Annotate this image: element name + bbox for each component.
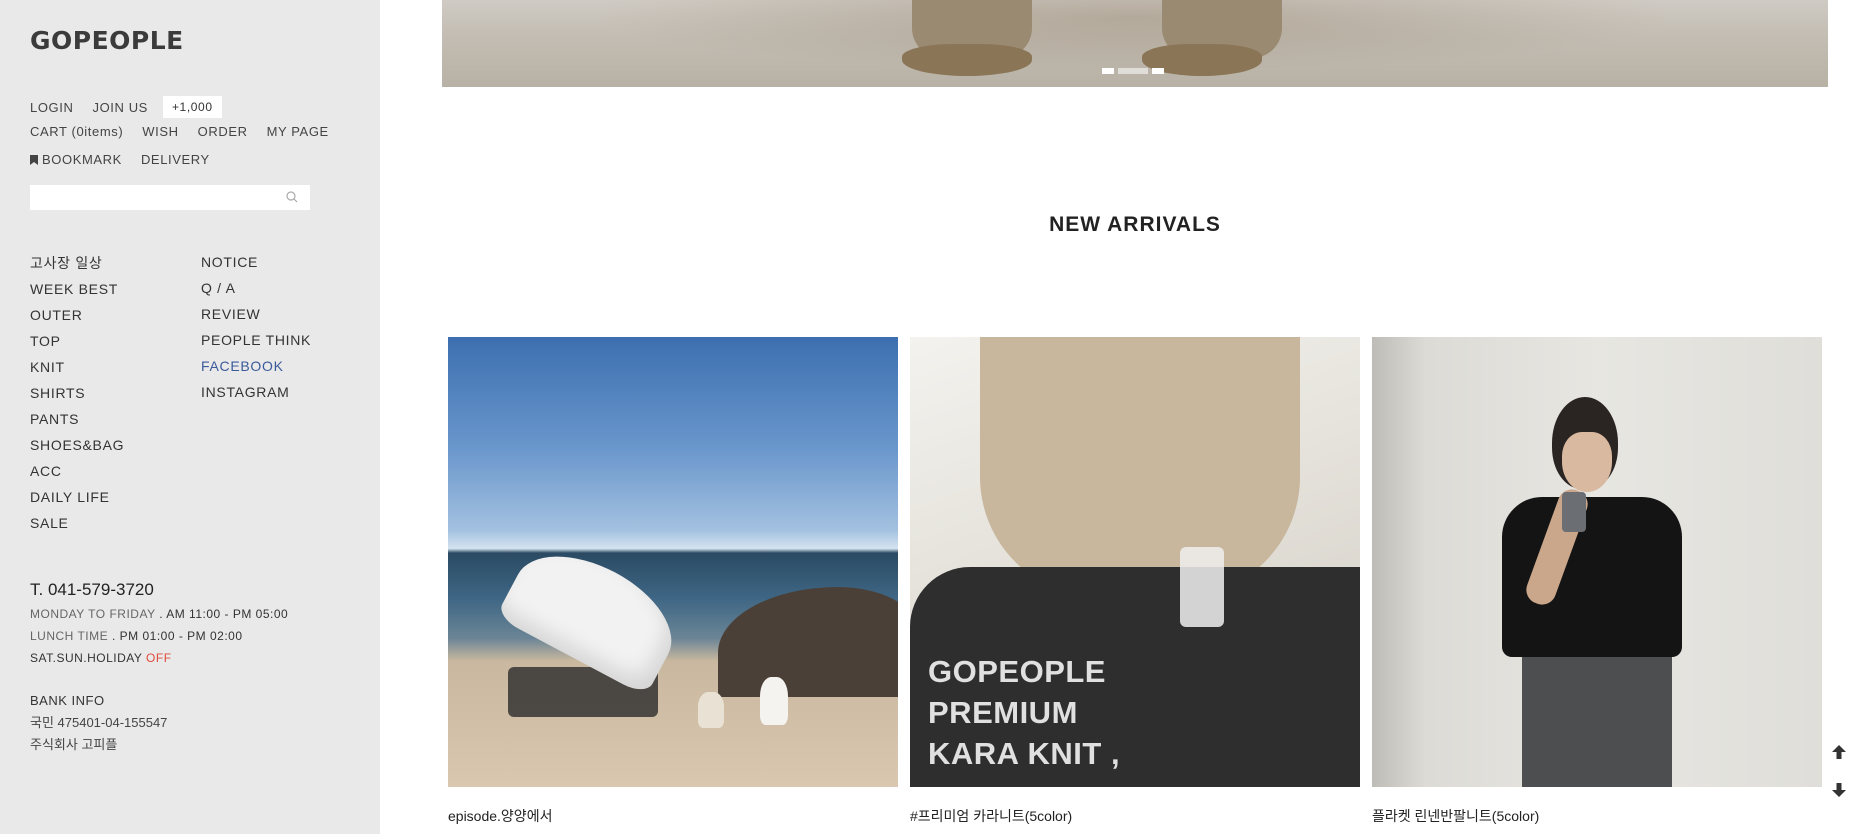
board-menu: NOTICE Q / A REVIEW PEOPLE THINK FACEBOO… <box>201 252 311 408</box>
cart-link[interactable]: CART (0items) <box>30 124 123 139</box>
product-image[interactable] <box>448 337 898 787</box>
category-item[interactable]: ACC <box>30 461 124 487</box>
product-name[interactable]: 플라켓 린넨반팔니트(5color) <box>1372 806 1822 826</box>
category-item[interactable]: TOP <box>30 331 124 357</box>
photo-phone <box>1562 492 1586 532</box>
utility-row-misc: BOOKMARK DELIVERY <box>30 152 229 167</box>
caption-line: GOPEOPLE <box>928 654 1106 689</box>
holiday-label: SAT.SUN.HOLIDAY <box>30 651 143 665</box>
category-item[interactable]: KNIT <box>30 357 124 383</box>
product-image[interactable] <box>1372 337 1822 787</box>
bookmark-link[interactable]: BOOKMARK <box>30 152 122 167</box>
section-title-new-arrivals: NEW ARRIVALS <box>1049 213 1221 236</box>
photo-child <box>760 677 788 725</box>
bank-info: BANK INFO 국민 475401-04-155547 주식회사 고피플 <box>30 692 167 758</box>
slider-dot[interactable] <box>1118 68 1148 74</box>
holiday-status: OFF <box>146 651 172 665</box>
customer-service-info: T. 041-579-3720 MONDAY TO FRIDAY . AM 11… <box>30 580 288 671</box>
utility-row-shop: CART (0items) WISH ORDER MY PAGE <box>30 124 348 139</box>
caption-line: KARA KNIT , <box>928 736 1121 771</box>
lunch-time: . PM 01:00 - PM 02:00 <box>111 629 243 643</box>
arrow-down-icon <box>1832 783 1846 797</box>
category-item[interactable]: SALE <box>30 513 124 539</box>
arrow-up-icon <box>1832 745 1846 759</box>
join-reward-badge: +1,000 <box>162 96 222 118</box>
product-card[interactable]: episode.양양에서 <box>448 337 898 826</box>
board-item-qa[interactable]: Q / A <box>201 278 311 304</box>
product-card[interactable]: 플라켓 린넨반팔니트(5color) <box>1372 337 1822 826</box>
lunch-hours: LUNCH TIME . PM 01:00 - PM 02:00 <box>30 627 288 649</box>
join-link[interactable]: JOIN US <box>92 100 147 115</box>
slider-dot[interactable] <box>1152 68 1164 74</box>
category-item[interactable]: SHOES&BAG <box>30 435 124 461</box>
product-name[interactable]: #프리미엄 카라니트(5color) <box>910 806 1360 826</box>
slider-dot[interactable] <box>1102 68 1114 74</box>
search-box <box>30 185 310 210</box>
mypage-link[interactable]: MY PAGE <box>267 124 329 139</box>
board-item-instagram[interactable]: INSTAGRAM <box>201 382 311 408</box>
category-item[interactable]: 고사장 일상 <box>30 253 124 279</box>
login-link[interactable]: LOGIN <box>30 100 73 115</box>
scroll-bottom-button[interactable] <box>1828 779 1850 801</box>
sidebar: GOPEOPLE LOGIN JOIN US +1,000 CART (0ite… <box>0 0 380 834</box>
caption-line: PREMIUM <box>928 695 1078 730</box>
photo-pants <box>1522 647 1672 787</box>
bank-account: 국민 475401-04-155547 <box>30 715 168 730</box>
slider-dots <box>1102 68 1164 74</box>
category-menu: 고사장 일상 WEEK BEST OUTER TOP KNIT SHIRTS P… <box>30 253 124 539</box>
photo-rocks <box>718 587 898 697</box>
photo-shirt <box>980 337 1300 597</box>
search-icon[interactable] <box>286 191 298 203</box>
product-image[interactable]: GOPEOPLE PREMIUM KARA KNIT , <box>910 337 1360 787</box>
weekday-label: MONDAY TO FRIDAY <box>30 607 156 621</box>
wish-link[interactable]: WISH <box>142 124 178 139</box>
utility-row-account: LOGIN JOIN US +1,000 <box>30 96 222 118</box>
category-item[interactable]: PANTS <box>30 409 124 435</box>
phone-number: T. 041-579-3720 <box>30 580 154 599</box>
search-input[interactable] <box>30 185 270 210</box>
site-logo[interactable]: GOPEOPLE <box>30 26 184 55</box>
board-item-notice[interactable]: NOTICE <box>201 252 311 278</box>
product-name[interactable]: episode.양양에서 <box>448 806 898 826</box>
board-item-review[interactable]: REVIEW <box>201 304 311 330</box>
category-item[interactable]: OUTER <box>30 305 124 331</box>
product-image-caption: GOPEOPLE PREMIUM KARA KNIT , <box>928 651 1120 774</box>
category-item[interactable]: DAILY LIFE <box>30 487 124 513</box>
delivery-link[interactable]: DELIVERY <box>141 152 210 167</box>
photo-cup <box>1180 547 1224 627</box>
lunch-label: LUNCH TIME <box>30 629 109 643</box>
hero-banner[interactable] <box>442 0 1828 87</box>
weekday-time: . AM 11:00 - PM 05:00 <box>159 607 289 621</box>
order-link[interactable]: ORDER <box>198 124 248 139</box>
scroll-top-button[interactable] <box>1828 741 1850 763</box>
category-item[interactable]: SHIRTS <box>30 383 124 409</box>
photo-face <box>1562 432 1612 492</box>
board-item-facebook[interactable]: FACEBOOK <box>201 356 311 382</box>
board-item-people-think[interactable]: PEOPLE THINK <box>201 330 311 356</box>
photo-child <box>698 692 724 728</box>
bookmark-icon <box>30 155 38 165</box>
bank-info-title: BANK INFO <box>30 693 105 708</box>
product-card[interactable]: GOPEOPLE PREMIUM KARA KNIT , #프리미엄 카라니트(… <box>910 337 1360 826</box>
holiday-hours: SAT.SUN.HOLIDAY OFF <box>30 649 288 671</box>
category-item[interactable]: WEEK BEST <box>30 279 124 305</box>
bank-holder: 주식회사 고피플 <box>30 737 118 752</box>
weekday-hours: MONDAY TO FRIDAY . AM 11:00 - PM 05:00 <box>30 605 288 627</box>
hero-sandal-left <box>902 44 1032 76</box>
bookmark-label: BOOKMARK <box>42 152 122 167</box>
